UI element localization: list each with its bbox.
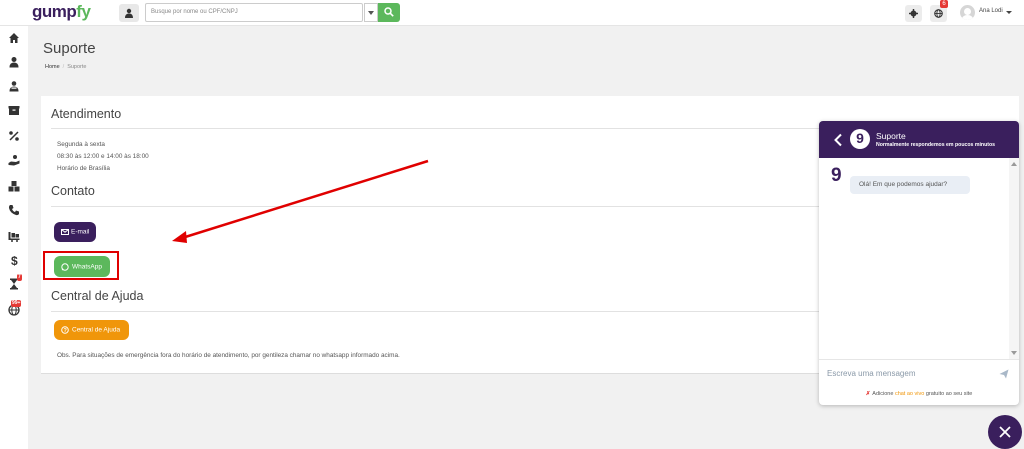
- avatar[interactable]: [960, 5, 975, 20]
- chat-footer-link[interactable]: chat ao vivo: [895, 391, 924, 397]
- client-search-type-button[interactable]: [119, 4, 139, 22]
- chat-title: Suporte: [876, 131, 906, 141]
- hand-holding-icon[interactable]: [8, 154, 20, 166]
- app-logo[interactable]: gumpfy: [32, 2, 91, 22]
- envelope-icon: [61, 229, 69, 235]
- phone-icon[interactable]: [8, 204, 20, 216]
- chat-messages: 9 Olá! Em que podemos ajudar?: [819, 158, 1019, 359]
- user-icon[interactable]: [8, 56, 20, 68]
- scroll-down-icon[interactable]: [1011, 351, 1017, 355]
- contato-title: Contato: [51, 184, 95, 198]
- chevron-down-icon: [368, 11, 374, 15]
- home-icon[interactable]: [8, 32, 20, 44]
- ajuda-title: Central de Ajuda: [51, 289, 144, 303]
- search-input[interactable]: Busque por nome ou CPF/CNPJ: [145, 3, 363, 22]
- user-icon: [125, 8, 133, 18]
- chat-footer: ✗ Adicione chat ao vivo gratuito ao seu s…: [865, 391, 973, 397]
- atendimento-title: Atendimento: [51, 107, 122, 121]
- sidebar: $ 7 99+: [0, 26, 28, 449]
- chat-message-input[interactable]: Escreva uma mensagem: [827, 369, 915, 378]
- atendimento-hours: 08:30 às 12:00 e 14:00 às 18:00: [57, 153, 149, 160]
- search-icon: [384, 7, 394, 17]
- brand-mark-icon: ✗: [865, 391, 871, 397]
- whatsapp-highlight-box: [43, 251, 119, 280]
- page-title: Suporte: [43, 40, 96, 57]
- send-icon[interactable]: [999, 369, 1009, 379]
- percent-icon[interactable]: [8, 130, 20, 142]
- help-center-button-label: Central de Ajuda: [72, 326, 121, 334]
- breadcrumb-home[interactable]: Home: [45, 64, 60, 70]
- breadcrumb-current: Suporte: [67, 64, 87, 70]
- boxes-icon[interactable]: [8, 180, 20, 192]
- settings-button[interactable]: [905, 5, 922, 22]
- globe-badge: 99+: [11, 300, 22, 307]
- chat-widget: 9 Suporte Normalmente respondemos em pou…: [819, 121, 1019, 405]
- email-button[interactable]: E-mail: [54, 222, 96, 242]
- chat-subtitle: Normalmente respondemos em poucos minuto…: [876, 142, 996, 148]
- atendimento-timezone: Horário de Brasília: [57, 165, 110, 172]
- top-bar: gumpfy Busque por nome ou CPF/CNPJ 6 Ana…: [0, 0, 1024, 26]
- globe-icon: [934, 9, 943, 18]
- search-dropdown-button[interactable]: [364, 3, 378, 22]
- email-button-label: E-mail: [71, 228, 90, 236]
- scroll-up-icon[interactable]: [1011, 162, 1017, 166]
- chevron-left-icon[interactable]: [833, 133, 843, 147]
- atendimento-days: Segunda à sexta: [57, 141, 105, 148]
- box-icon[interactable]: [8, 104, 20, 116]
- chat-close-button[interactable]: [988, 415, 1022, 449]
- chat-logo: 9: [850, 129, 870, 149]
- breadcrumb-separator: /: [62, 64, 65, 70]
- question-circle-icon: ?: [61, 326, 69, 334]
- close-icon: [999, 426, 1011, 438]
- emergency-note: Obs. Para situações de emergência fora d…: [57, 352, 400, 359]
- truck-icon[interactable]: [8, 230, 20, 242]
- svg-text:$: $: [11, 254, 18, 266]
- notification-badge: 6: [940, 0, 948, 8]
- gear-icon: [909, 9, 918, 18]
- search-button[interactable]: [378, 3, 400, 22]
- help-center-button[interactable]: ? Central de Ajuda: [54, 320, 129, 340]
- chat-scrollbar[interactable]: [1009, 158, 1019, 359]
- chat-message: Olá! Em que podemos ajudar?: [850, 176, 970, 194]
- chat-header: 9 Suporte Normalmente respondemos em pou…: [819, 121, 1019, 158]
- chevron-down-icon[interactable]: [1006, 11, 1012, 14]
- dollar-icon[interactable]: $: [8, 254, 20, 266]
- breadcrumb: Home / Suporte: [45, 64, 86, 70]
- bot-avatar: 9: [831, 165, 842, 186]
- hourglass-badge: 7: [17, 274, 22, 281]
- user-menu[interactable]: Ana Lodi: [979, 8, 1003, 14]
- chat-input-row: Escreva uma mensagem: [819, 359, 1019, 387]
- users-icon[interactable]: [8, 80, 20, 92]
